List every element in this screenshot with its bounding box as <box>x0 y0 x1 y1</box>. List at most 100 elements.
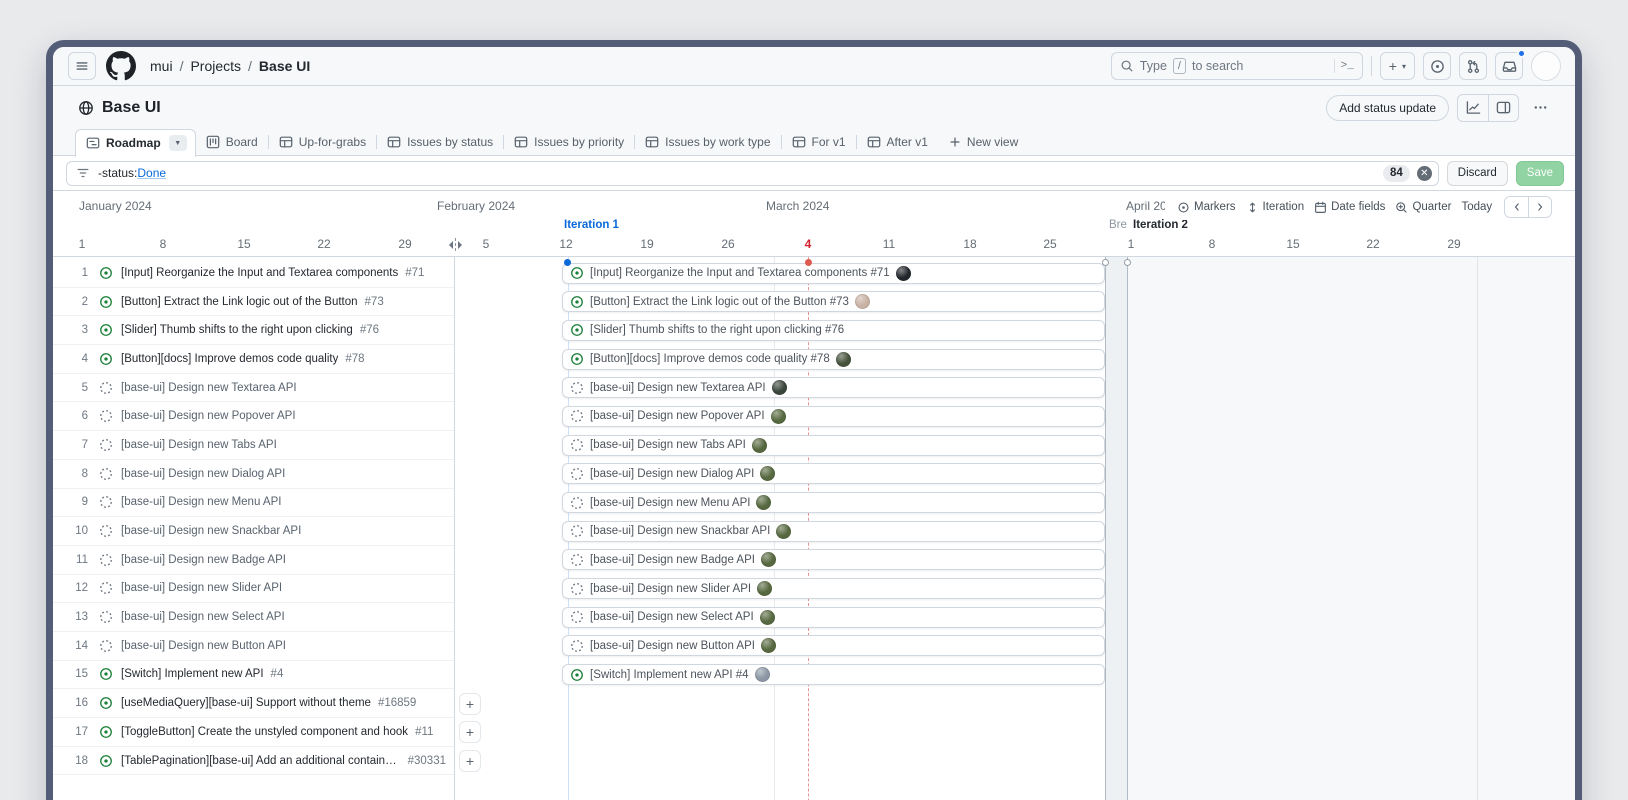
iteration2-start-marker <box>1124 259 1131 266</box>
table-row[interactable]: 1[Input] Reorganize the Input and Textar… <box>53 259 454 288</box>
table-row[interactable]: 14[base-ui] Design new Button API <box>53 632 454 661</box>
breadcrumb-current[interactable]: Base UI <box>259 58 310 74</box>
issue-number: #16859 <box>378 697 424 709</box>
roadmap-bar[interactable]: [base-ui] Design new Slider API <box>562 578 1105 599</box>
breadcrumb-projects[interactable]: Projects <box>190 58 241 74</box>
table-row[interactable]: 3[Slider] Thumb shifts to the right upon… <box>53 316 454 345</box>
draft-issue-icon <box>99 381 113 395</box>
roadmap-bar[interactable]: [Button] Extract the Link logic out of t… <box>562 291 1105 312</box>
table-row[interactable]: 8[base-ui] Design new Dialog API <box>53 460 454 489</box>
roadmap-bar[interactable]: [base-ui] Design new Button API <box>562 635 1105 656</box>
command-palette-icon[interactable]: >_ <box>1341 60 1354 72</box>
date-tick-label: 8 <box>160 237 167 251</box>
markers-button[interactable]: Markers <box>1177 201 1236 214</box>
hamburger-menu-button[interactable] <box>68 52 96 80</box>
table-row[interactable]: 2[Button] Extract the Link logic out of … <box>53 288 454 317</box>
clear-filter-button[interactable]: ✕ <box>1417 166 1432 181</box>
roadmap-bar[interactable]: [base-ui] Design new Select API <box>562 607 1105 628</box>
roadmap-bar[interactable]: [base-ui] Design new Menu API <box>562 492 1105 513</box>
table-row[interactable]: 7[base-ui] Design new Tabs API <box>53 431 454 460</box>
table-row[interactable]: 5[base-ui] Design new Textarea API <box>53 374 454 403</box>
scroll-left-button[interactable] <box>1505 197 1528 217</box>
project-menu-button[interactable] <box>1527 95 1553 121</box>
hamburger-icon <box>75 59 89 73</box>
filter-input[interactable]: -status:Done 84 ✕ <box>66 161 1439 186</box>
filter-bar: -status:Done 84 ✕ Discard Save <box>53 156 1575 191</box>
issues-button[interactable] <box>1423 52 1451 80</box>
create-new-button[interactable]: + ▾ <box>1380 52 1415 80</box>
new-view-button[interactable]: New view <box>938 135 1028 149</box>
roadmap-bar[interactable]: [base-ui] Design new Textarea API <box>562 377 1105 398</box>
draft-issue-icon <box>99 467 113 481</box>
breadcrumb: mui / Projects / Base UI <box>150 58 310 74</box>
user-avatar[interactable] <box>1531 51 1561 81</box>
table-row[interactable]: 15[Switch] Implement new API#4 <box>53 661 454 690</box>
table-row[interactable]: 11[base-ui] Design new Badge API <box>53 546 454 575</box>
graph-icon <box>1466 100 1481 115</box>
quarter-button[interactable]: Quarter <box>1395 201 1451 214</box>
roadmap-bar[interactable]: [Input] Reorganize the Input and Textare… <box>562 263 1105 284</box>
timeline-controls: Markers Iteration Date fields Quarter Today <box>1165 194 1556 220</box>
issue-number: #73 <box>365 296 392 308</box>
slash-key-hint: / <box>1173 58 1186 74</box>
tab-board[interactable]: Board <box>196 129 268 155</box>
search-input[interactable]: Type / to search >_ <box>1111 52 1363 80</box>
row-title: [base-ui] Design new Snackbar API <box>121 525 301 537</box>
iteration-button[interactable]: Iteration <box>1246 201 1305 214</box>
timeline-header: MarkersIterationDate fieldsQuarterToday … <box>53 191 1575 257</box>
column-resize-handle[interactable] <box>445 238 466 251</box>
add-date-button[interactable]: + <box>459 693 481 715</box>
table-row[interactable]: 18[TablePagination][base-ui] Add an addi… <box>53 747 454 776</box>
date-tick-label: 25 <box>1043 237 1056 251</box>
roadmap-bar[interactable]: [Switch] Implement new API #4 <box>562 664 1105 685</box>
table-row[interactable]: 9[base-ui] Design new Menu API <box>53 489 454 518</box>
tab-after-v1[interactable]: After v1 <box>857 129 938 155</box>
tab-issues-by-work-type[interactable]: Issues by work type <box>635 129 780 155</box>
roadmap-bar[interactable]: [base-ui] Design new Popover API <box>562 406 1105 427</box>
today-button[interactable]: Today <box>1461 201 1492 213</box>
table-row[interactable]: 17[ToggleButton] Create the unstyled com… <box>53 718 454 747</box>
issue-open-icon <box>99 754 113 768</box>
pull-requests-button[interactable] <box>1459 52 1487 80</box>
github-logo-icon[interactable] <box>106 51 136 81</box>
tab-roadmap[interactable]: Roadmap▼ <box>75 129 196 157</box>
row-number: 2 <box>53 296 99 308</box>
table-row[interactable]: 16[useMediaQuery][base-ui] Support witho… <box>53 689 454 718</box>
tab-issues-by-priority[interactable]: Issues by priority <box>504 129 634 155</box>
date-tick-label: 22 <box>1366 237 1379 251</box>
tab-issues-by-status[interactable]: Issues by status <box>377 129 503 155</box>
date-fields-button[interactable]: Date fields <box>1314 201 1385 214</box>
breadcrumb-org[interactable]: mui <box>150 58 173 74</box>
header-actions: Type / to search >_ + ▾ <box>1111 51 1561 81</box>
scroll-right-button[interactable] <box>1528 197 1551 217</box>
chevron-down-icon[interactable]: ▼ <box>169 135 187 151</box>
assignee-avatar <box>896 266 911 281</box>
add-status-update-button[interactable]: Add status update <box>1326 95 1449 121</box>
divider <box>1334 59 1335 73</box>
table-row[interactable]: 13[base-ui] Design new Select API <box>53 603 454 632</box>
table-row[interactable]: 10[base-ui] Design new Snackbar API <box>53 517 454 546</box>
roadmap-bar[interactable]: [base-ui] Design new Badge API <box>562 549 1105 570</box>
roadmap-bar[interactable]: [base-ui] Design new Dialog API <box>562 463 1105 484</box>
save-button[interactable]: Save <box>1516 161 1564 186</box>
table-row[interactable]: 6[base-ui] Design new Popover API <box>53 402 454 431</box>
roadmap-bar[interactable]: [Slider] Thumb shifts to the right upon … <box>562 320 1105 341</box>
insights-button[interactable] <box>1458 95 1488 121</box>
roadmap-bar[interactable]: [base-ui] Design new Snackbar API <box>562 521 1105 542</box>
toolbar-label: Markers <box>1194 201 1236 213</box>
add-date-button[interactable]: + <box>459 721 481 743</box>
discard-button[interactable]: Discard <box>1447 161 1508 186</box>
tab-label: Board <box>226 135 258 149</box>
table-row[interactable]: 12[base-ui] Design new Slider API <box>53 575 454 604</box>
row-number: 5 <box>53 382 99 394</box>
tab-label: Up-for-grabs <box>299 135 366 149</box>
tab-up-for-grabs[interactable]: Up-for-grabs <box>269 129 376 155</box>
roadmap-bar[interactable]: [base-ui] Design new Tabs API <box>562 435 1105 456</box>
side-panel-button[interactable] <box>1488 95 1518 121</box>
issue-open-icon <box>99 696 113 710</box>
add-date-button[interactable]: + <box>459 750 481 772</box>
table-row[interactable]: 4[Button][docs] Improve demos code quali… <box>53 345 454 374</box>
tab-for-v1[interactable]: For v1 <box>782 129 856 155</box>
bar-label: [base-ui] Design new Dialog API <box>590 468 754 480</box>
roadmap-bar[interactable]: [Button][docs] Improve demos code qualit… <box>562 349 1105 370</box>
